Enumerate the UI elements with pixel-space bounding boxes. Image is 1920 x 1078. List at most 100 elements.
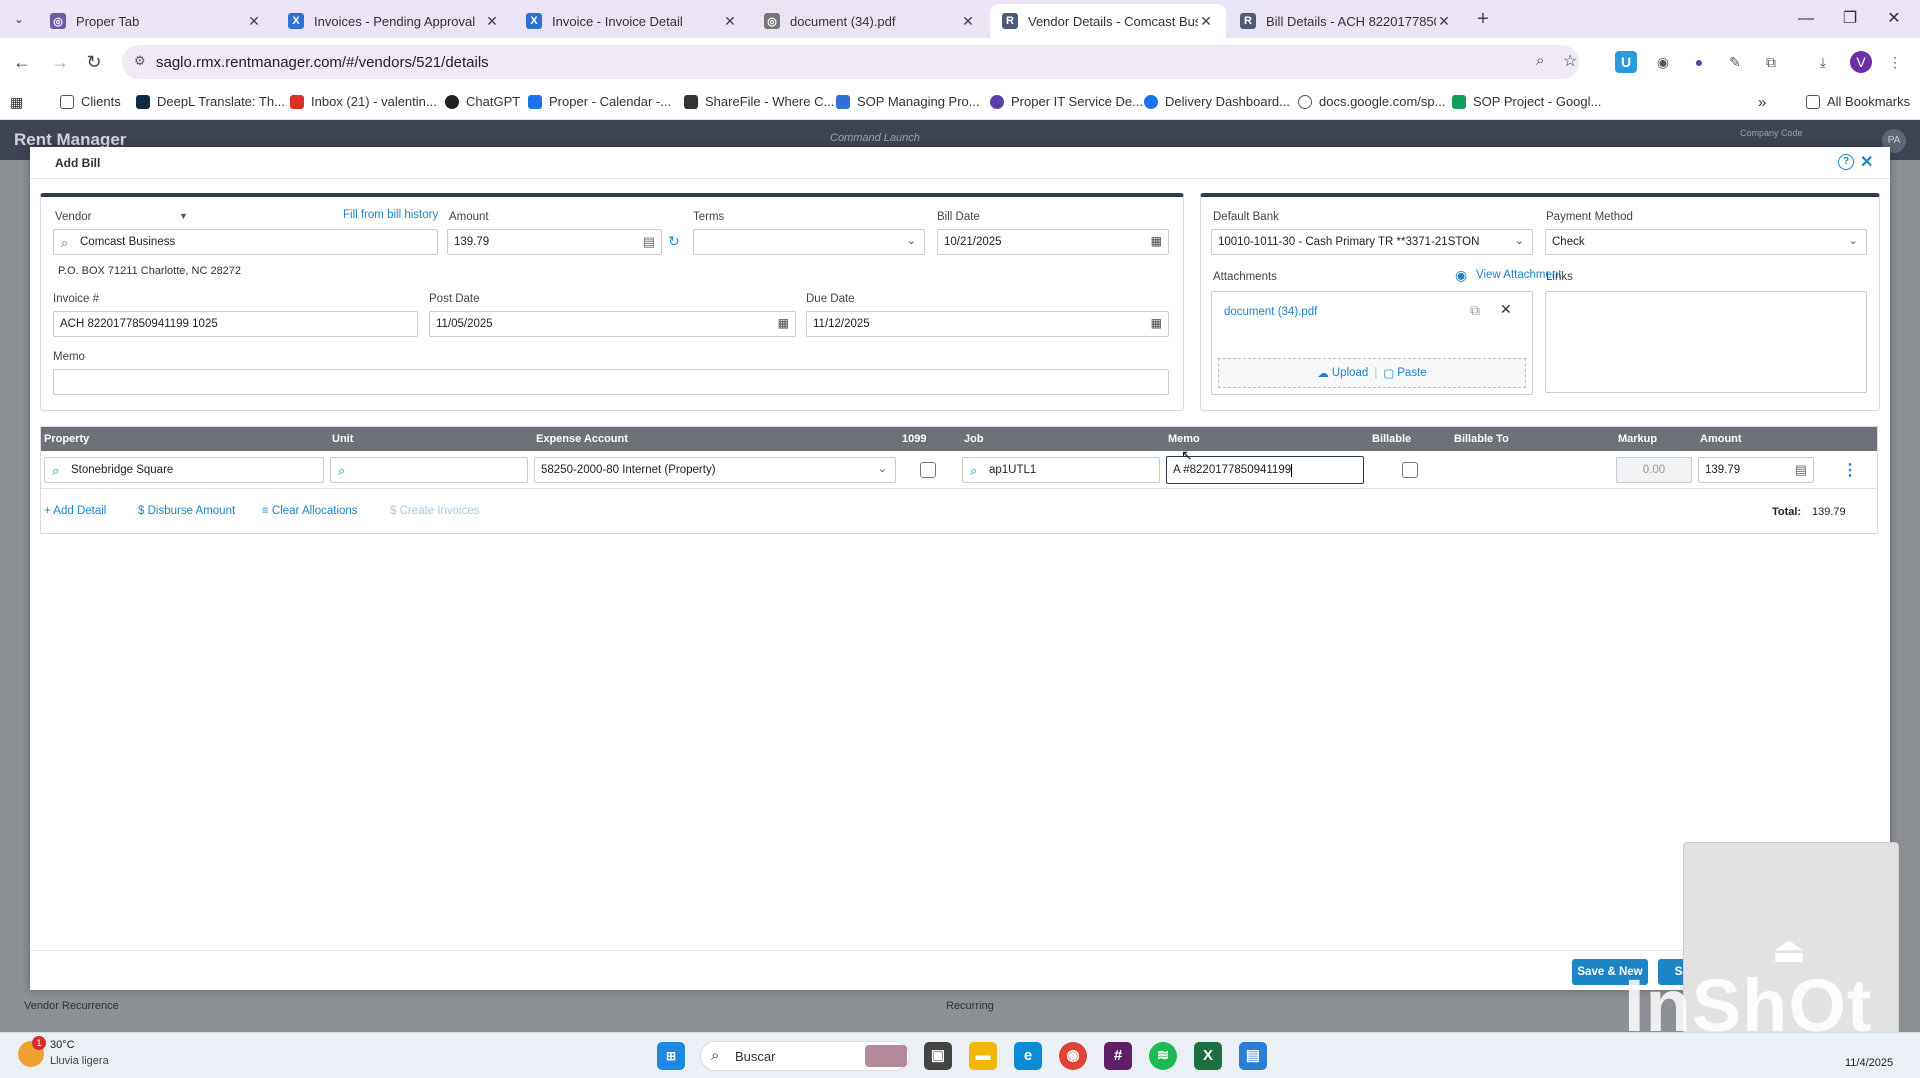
task-view-icon[interactable]: ▣ (924, 1042, 952, 1070)
tab-invoice-detail[interactable]: X Invoice - Invoice Detail ✕ (514, 4, 750, 38)
amount-field[interactable]: 139.79 ▤ (447, 229, 662, 255)
default-bank-select[interactable]: 10010-1011-30 - Cash Primary TR **3371-2… (1211, 229, 1533, 255)
post-date-field[interactable]: 11/05/2025 ▦ (429, 311, 796, 337)
close-icon[interactable]: ✕ (1860, 152, 1873, 172)
calendar-icon[interactable]: ▦ (1151, 316, 1162, 330)
more-bookmarks-icon[interactable]: » (1758, 94, 1766, 111)
invoice-field[interactable]: ACH 8220177850941199 1025 (53, 311, 418, 337)
bookmark-proper-it[interactable]: Proper IT Service De... (990, 94, 1143, 109)
unit-field[interactable]: ⌕ (330, 457, 528, 483)
new-tab-button[interactable]: + (1470, 6, 1496, 32)
help-icon[interactable]: ? (1838, 154, 1854, 170)
extensions-puzzle-icon[interactable]: ⧉ (1760, 51, 1782, 73)
upload-dropzone[interactable]: ☁ Upload | ▢ Paste (1218, 358, 1526, 388)
profile-avatar[interactable]: V (1850, 51, 1872, 73)
markup-field[interactable]: 0.00 (1616, 457, 1692, 483)
extension-u-icon[interactable]: U (1615, 51, 1637, 73)
paste-link[interactable]: Paste (1397, 367, 1426, 379)
excel-icon[interactable]: X (1194, 1042, 1222, 1070)
spotify-icon[interactable]: ≋ (1149, 1042, 1177, 1070)
close-tab-icon[interactable]: ✕ (484, 13, 500, 30)
back-icon[interactable]: ← (10, 50, 34, 74)
bookmark-sharefile[interactable]: ShareFile - Where C... (684, 94, 834, 109)
payment-method-select[interactable]: Check ⌄ (1545, 229, 1867, 255)
zoom-icon[interactable]: ⌕ (1536, 52, 1544, 69)
create-invoices-button[interactable]: $ Create Invoices (390, 505, 480, 517)
detail-table-header: Property Unit Expense Account 1099 Job M… (40, 427, 1878, 451)
billable-checkbox[interactable] (1402, 462, 1418, 478)
weather-widget[interactable]: 1 30°C Lluvia ligera (18, 1036, 138, 1073)
browser-menu-icon[interactable]: ⋮ (1884, 51, 1906, 73)
tab-bill-details[interactable]: R Bill Details - ACH 82201778509 ✕ (1228, 4, 1464, 38)
add-detail-button[interactable]: + Add Detail (44, 505, 106, 517)
all-bookmarks[interactable]: All Bookmarks (1806, 94, 1910, 109)
remove-attachment-icon[interactable]: ✕ (1500, 301, 1512, 318)
slack-icon[interactable]: # (1104, 1042, 1132, 1070)
bookmark-star-icon[interactable]: ☆ (1563, 51, 1577, 71)
bill-date-field[interactable]: 10/21/2025 ▦ (937, 229, 1169, 255)
bookmark-clients[interactable]: Clients (60, 94, 121, 109)
due-date-field[interactable]: 11/12/2025 ▦ (806, 311, 1169, 337)
apps-grid-icon[interactable]: ▦ (10, 94, 23, 111)
bookmark-calendar[interactable]: Proper - Calendar -... (528, 94, 671, 109)
1099-checkbox[interactable] (920, 462, 936, 478)
property-field[interactable]: ⌕ Stonebridge Square (44, 457, 324, 483)
windows-start-icon[interactable]: ⊞ (657, 1042, 685, 1070)
fill-from-bill-history-link[interactable]: Fill from bill history (343, 209, 438, 221)
tab-invoices-pending[interactable]: X Invoices - Pending Approval ✕ (276, 4, 512, 38)
memo-field[interactable] (53, 369, 1169, 395)
command-launch-input[interactable]: Command Launch (830, 132, 920, 144)
row-menu-icon[interactable]: ⋮ (1842, 460, 1858, 480)
calculator-icon[interactable]: ▤ (643, 234, 655, 250)
attachment-file-link[interactable]: document (34).pdf (1224, 306, 1317, 318)
minimize-button[interactable]: — (1786, 6, 1826, 32)
download-icon[interactable]: ⤓ (1812, 51, 1834, 73)
calendar-icon[interactable]: ▦ (778, 316, 789, 330)
extension-1password-icon[interactable]: ◉ (1652, 51, 1674, 73)
clear-allocations-button[interactable]: ≡ Clear Allocations (262, 505, 358, 517)
tab-vendor-details[interactable]: R Vendor Details - Comcast Busin ✕ (990, 4, 1226, 38)
line-amount-field[interactable]: 139.79 ▤ (1698, 457, 1814, 483)
close-window-button[interactable]: ✕ (1874, 6, 1914, 32)
calculator-icon[interactable]: ▤ (1795, 462, 1807, 478)
vendor-field[interactable]: ⌕ Comcast Business (53, 229, 438, 255)
refresh-icon[interactable]: ↻ (668, 233, 680, 250)
calendar-icon[interactable]: ▦ (1151, 234, 1162, 248)
disburse-amount-button[interactable]: $ Disburse Amount (138, 505, 235, 517)
memo-detail-field[interactable]: A #8220177850941199 (1166, 456, 1364, 484)
edge-icon[interactable]: e (1014, 1042, 1042, 1070)
taskbar-search[interactable]: ⌕ Buscar (700, 1041, 910, 1071)
reload-icon[interactable]: ↻ (82, 50, 106, 74)
file-explorer-icon[interactable]: ▬ (969, 1042, 997, 1070)
close-tab-icon[interactable]: ✕ (722, 13, 738, 30)
bookmark-gmail[interactable]: Inbox (21) - valentin... (290, 94, 437, 109)
chrome-icon[interactable]: ◉ (1059, 1042, 1087, 1070)
bookmark-docs-google[interactable]: docs.google.com/sp... (1298, 94, 1445, 109)
links-box[interactable] (1545, 291, 1867, 393)
tab-search-button[interactable]: ⌄ (8, 8, 30, 30)
tab-proper[interactable]: ◎ Proper Tab ✕ (38, 4, 274, 38)
close-tab-icon[interactable]: ✕ (960, 13, 976, 30)
forward-icon[interactable]: → (48, 50, 72, 74)
notepad-icon[interactable]: ▤ (1239, 1042, 1267, 1070)
expense-account-select[interactable]: 58250-2000-80 Internet (Property) ⌄ (534, 457, 896, 483)
vendor-dropdown-caret-icon[interactable]: ▼ (179, 211, 188, 221)
bookmark-delivery[interactable]: Delivery Dashboard... (1144, 94, 1290, 109)
extension-proper-icon[interactable]: ● (1688, 51, 1710, 73)
close-tab-icon[interactable]: ✕ (1198, 13, 1214, 30)
upload-link[interactable]: Upload (1332, 367, 1368, 379)
extension-pen-icon[interactable]: ✎ (1724, 51, 1746, 73)
close-tab-icon[interactable]: ✕ (246, 13, 262, 30)
bookmark-sop-project[interactable]: SOP Project - Googl... (1452, 94, 1601, 109)
address-bar[interactable]: ⚙ saglo.rmx.rentmanager.com/#/vendors/52… (122, 45, 1579, 79)
site-info-icon[interactable]: ⚙ (134, 53, 146, 69)
close-tab-icon[interactable]: ✕ (1436, 13, 1452, 30)
terms-select[interactable]: ⌄ (693, 229, 925, 255)
tab-document-pdf[interactable]: ◎ document (34).pdf ✕ (752, 4, 988, 38)
bookmark-deepl[interactable]: DeepL Translate: Th... (136, 94, 285, 109)
restore-button[interactable]: ❐ (1830, 6, 1870, 32)
copy-icon[interactable]: ⧉ (1470, 302, 1480, 319)
job-field[interactable]: ⌕ ap1UTL1 (962, 457, 1160, 483)
bookmark-chatgpt[interactable]: ChatGPT (445, 94, 520, 109)
bookmark-sop-managing[interactable]: SOP Managing Pro... (836, 94, 980, 109)
